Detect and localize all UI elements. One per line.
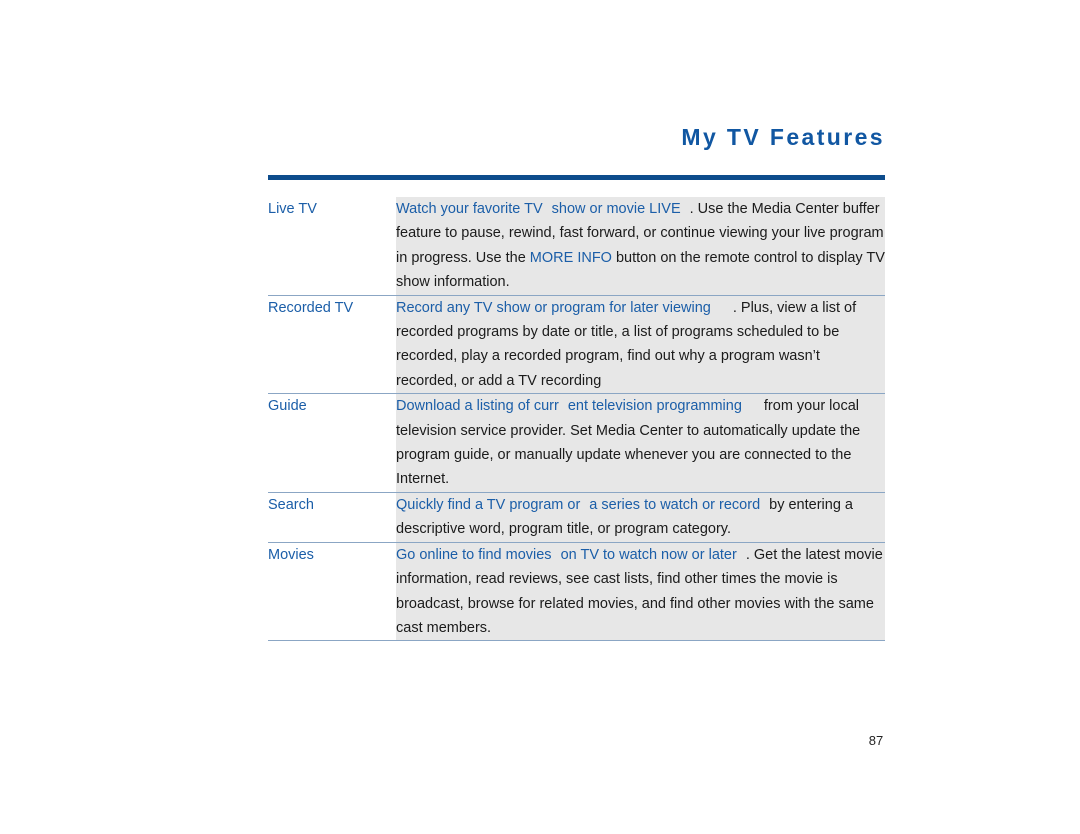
- page-number: 87: [868, 733, 884, 748]
- feature-description-highlight: Download a listing of curr: [396, 398, 559, 415]
- feature-description-cell: Watch your favorite TV show or movie LIVE…: [396, 197, 885, 296]
- feature-description: Watch your favorite TV show or movie LIVE…: [396, 197, 885, 295]
- feature-description: Download a listing of curr ent television…: [396, 394, 885, 492]
- feature-label: Guide: [268, 398, 307, 415]
- tv-features-table-body: Live TV Watch your favorite TV show or mov…: [268, 197, 885, 641]
- feature-label: Search: [268, 496, 314, 513]
- table-row: Live TV Watch your favorite TV show or mov…: [268, 197, 885, 296]
- feature-description-highlight: MORE INFO: [529, 249, 612, 266]
- feature-label-cell: Search: [268, 492, 396, 543]
- table-row: Guide Download a listing of curr ent telev…: [268, 393, 885, 493]
- feature-description-highlight: ent television programming: [567, 398, 742, 415]
- feature-description: Record any TV show or program for later …: [396, 296, 885, 394]
- title-divider-rule: [268, 175, 885, 180]
- feature-label: Live TV: [268, 201, 317, 217]
- page-title-container: My TV Features: [268, 122, 885, 152]
- feature-description-highlight: show or movie LIVE: [551, 201, 681, 217]
- feature-description: Quickly find a TV program or a series to …: [396, 493, 885, 542]
- feature-description-highlight: Quickly find a TV program or: [396, 496, 581, 513]
- feature-description-highlight: on TV to watch now or later: [560, 546, 737, 563]
- feature-label: Recorded TV: [268, 299, 354, 316]
- feature-description-cell: Record any TV show or program for later …: [396, 295, 885, 394]
- document-page: My TV Features Live TV Watch your favorit…: [0, 0, 1080, 834]
- feature-label-cell: Live TV: [268, 197, 396, 296]
- feature-description-cell: Go online to find movies on TV to watch n…: [396, 542, 885, 641]
- table-row: Search Quickly find a TV program or a seri…: [268, 492, 885, 543]
- tv-features-table: Live TV Watch your favorite TV show or mov…: [268, 197, 885, 641]
- feature-description: Go online to find movies on TV to watch n…: [396, 543, 885, 641]
- feature-label-cell: Guide: [268, 393, 396, 493]
- feature-label-cell: Movies: [268, 542, 396, 641]
- table-row: Recorded TV Record any TV show or program…: [268, 295, 885, 394]
- feature-description-highlight: Record any TV show or program for later …: [396, 299, 711, 316]
- feature-description-highlight: Watch your favorite TV: [396, 201, 543, 217]
- table-row: Movies Go online to find movies on TV to w…: [268, 542, 885, 641]
- page-title: My TV Features: [681, 124, 885, 150]
- feature-label-cell: Recorded TV: [268, 295, 396, 394]
- feature-description-cell: Download a listing of curr ent television…: [396, 393, 885, 493]
- feature-description-highlight: Go online to find movies: [396, 546, 552, 563]
- feature-description-cell: Quickly find a TV program or a series to …: [396, 492, 885, 543]
- feature-label: Movies: [268, 546, 314, 563]
- feature-description-highlight: a series to watch or record: [589, 496, 761, 513]
